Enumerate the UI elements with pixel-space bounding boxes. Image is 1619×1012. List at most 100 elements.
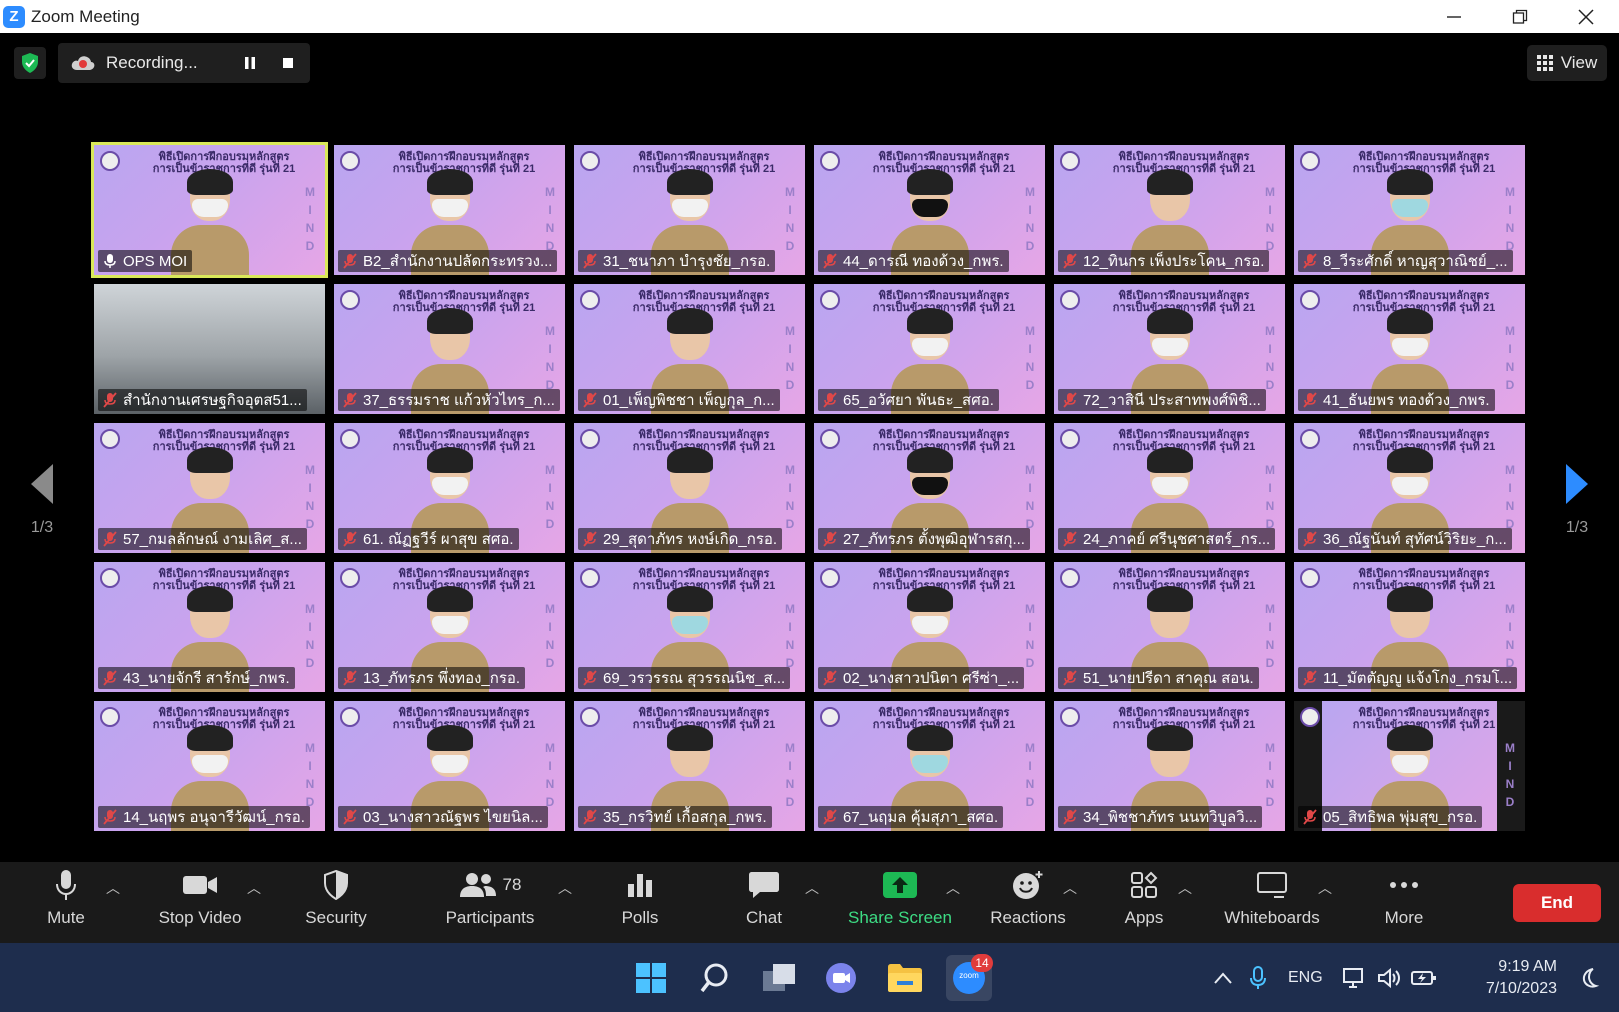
video-tile[interactable]: สำนักงานเศรษฐกิจอุตส51...: [94, 284, 325, 414]
participant-name: 13_ภัทรภร พึ่งทอง_กรอ.: [363, 670, 521, 687]
chat-button[interactable]: Chat: [734, 862, 794, 943]
restore-button[interactable]: [1487, 0, 1553, 33]
chevron-up-icon[interactable]: [1214, 971, 1232, 984]
view-button[interactable]: View: [1527, 45, 1607, 81]
video-tile[interactable]: พิธีเปิดการฝึกอบรมหลักสูตร การเป็นข้าราชก…: [574, 423, 805, 553]
video-tile[interactable]: พิธีเปิดการฝึกอบรมหลักสูตร การเป็นข้าราชก…: [1294, 562, 1525, 692]
video-tile[interactable]: พิธีเปิดการฝึกอบรมหลักสูตร การเป็นข้าราชก…: [574, 562, 805, 692]
participant-name-bar: 51_นายปรีดา สาคุณ สอน.: [1058, 667, 1259, 689]
video-tile[interactable]: พิธีเปิดการฝึกอบรมหลักสูตร การเป็นข้าราชก…: [1294, 284, 1525, 414]
video-tile[interactable]: พิธีเปิดการฝึกอบรมหลักสูตร การเป็นข้าราชก…: [334, 423, 565, 553]
participant-name-bar: 02_นางสาวปนิตา ศรีซ่า_...: [818, 667, 1025, 689]
video-tile[interactable]: พิธีเปิดการฝึกอบรมหลักสูตร การเป็นข้าราชก…: [1054, 145, 1285, 275]
teams-chat-button[interactable]: [818, 955, 864, 1001]
video-tile[interactable]: พิธีเปิดการฝึกอบรมหลักสูตร การเป็นข้าราชก…: [94, 562, 325, 692]
task-view-icon: [763, 964, 795, 991]
video-tile[interactable]: พิธีเปิดการฝึกอบรมหลักสูตร การเป็นข้าราชก…: [1294, 145, 1525, 275]
banner-line-1: พิธีเปิดการฝึกอบรมหลักสูตร: [1358, 568, 1490, 580]
banner-side-text: M I N D: [785, 602, 795, 670]
video-tile[interactable]: พิธีเปิดการฝึกอบรมหลักสูตร การเป็นข้าราชก…: [91, 142, 328, 278]
stop-video-button[interactable]: Stop Video: [150, 862, 250, 943]
video-tile[interactable]: พิธีเปิดการฝึกอบรมหลักสูตร การเป็นข้าราชก…: [334, 562, 565, 692]
video-tile[interactable]: พิธีเปิดการฝึกอบรมหลักสูตร การเป็นข้าราชก…: [1054, 284, 1285, 414]
pause-recording-button[interactable]: [236, 49, 264, 77]
participant-name-bar: สำนักงานเศรษฐกิจอุตส51...: [98, 389, 307, 411]
next-page-button[interactable]: 1/3: [1547, 463, 1607, 537]
whiteboards-button[interactable]: Whiteboards: [1218, 862, 1326, 943]
participant-name-bar: 72_วาสินี ประสาทพงศ์พิชิ...: [1058, 389, 1266, 411]
polls-button[interactable]: Polls: [608, 862, 672, 943]
video-tile[interactable]: พิธีเปิดการฝึกอบรมหลักสูตร การเป็นข้าราชก…: [1294, 423, 1525, 553]
mute-button[interactable]: Mute: [30, 862, 102, 943]
notifications-moon-icon[interactable]: [1579, 967, 1601, 989]
arrow-right-icon: [1566, 464, 1588, 504]
video-tile[interactable]: พิธีเปิดการฝึกอบรมหลักสูตร การเป็นข้าราชก…: [1054, 562, 1285, 692]
video-tile[interactable]: พิธีเปิดการฝึกอบรมหลักสูตร การเป็นข้าราชก…: [334, 284, 565, 414]
security-button[interactable]: Security: [296, 862, 376, 943]
video-tile[interactable]: พิธีเปิดการฝึกอบรมหลักสูตร การเป็นข้าราชก…: [334, 701, 565, 831]
minimize-button[interactable]: [1421, 0, 1487, 33]
participants-button[interactable]: 78 Participants: [436, 862, 544, 943]
system-clock[interactable]: 9:19 AM 7/10/2023: [1486, 956, 1557, 1000]
audio-options-caret[interactable]: ︿: [106, 878, 120, 898]
participants-options-caret[interactable]: ︿: [558, 878, 572, 898]
previous-page-button[interactable]: 1/3: [12, 463, 72, 537]
stop-video-label: Stop Video: [158, 908, 242, 927]
banner-side-text: M I N D: [785, 185, 795, 253]
video-tile[interactable]: พิธีเปิดการฝึกอบรมหลักสูตร การเป็นข้าราชก…: [574, 145, 805, 275]
video-tile[interactable]: พิธีเปิดการฝึกอบรมหลักสูตร การเป็นข้าราชก…: [1054, 701, 1285, 831]
video-tile[interactable]: พิธีเปิดการฝึกอบรมหลักสูตร การเป็นข้าราชก…: [1054, 423, 1285, 553]
video-tile[interactable]: พิธีเปิดการฝึกอบรมหลักสูตร การเป็นข้าราชก…: [94, 423, 325, 553]
taskbar-search-button[interactable]: [692, 955, 738, 1001]
video-tile[interactable]: พิธีเปิดการฝึกอบรมหลักสูตร การเป็นข้าราชก…: [1294, 701, 1525, 831]
file-explorer-button[interactable]: [882, 955, 928, 1001]
end-meeting-button[interactable]: End: [1513, 884, 1601, 922]
banner-line-1: พิธีเปิดการฝึกอบรมหลักสูตร: [1118, 151, 1250, 163]
mind-logo-icon: [1060, 151, 1080, 171]
whiteboards-options-caret[interactable]: ︿: [1318, 878, 1332, 898]
participant-name-bar: 01_เพ็ญพิชชา เพ็ญกุล_ก...: [578, 389, 780, 411]
video-tile[interactable]: พิธีเปิดการฝึกอบรมหลักสูตร การเป็นข้าราชก…: [814, 145, 1045, 275]
volume-icon[interactable]: [1377, 967, 1401, 989]
start-button[interactable]: [628, 955, 674, 1001]
video-tile[interactable]: พิธีเปิดการฝึกอบรมหลักสูตร การเป็นข้าราชก…: [574, 284, 805, 414]
banner-side-text: M I N D: [785, 741, 795, 809]
zoom-taskbar-button[interactable]: zoom 14: [946, 954, 993, 1001]
language-indicator[interactable]: ENG: [1288, 969, 1323, 987]
share-screen-button[interactable]: Share Screen: [844, 862, 956, 943]
battery-charging-icon[interactable]: [1410, 969, 1437, 987]
banner-line-1: พิธีเปิดการฝึกอบรมหลักสูตร: [398, 707, 530, 719]
video-tile[interactable]: พิธีเปิดการฝึกอบรมหลักสูตร การเป็นข้าราชก…: [574, 701, 805, 831]
mind-logo-icon: [340, 568, 360, 588]
reactions-button[interactable]: Reactions: [986, 862, 1070, 943]
banner-side-text: M I N D: [305, 741, 315, 809]
video-tile[interactable]: พิธีเปิดการฝึกอบรมหลักสูตร การเป็นข้าราชก…: [94, 701, 325, 831]
chat-options-caret[interactable]: ︿: [805, 878, 819, 898]
mind-logo-icon: [1300, 429, 1320, 449]
close-button[interactable]: [1553, 0, 1619, 33]
reactions-label: Reactions: [990, 908, 1066, 927]
network-icon[interactable]: [1342, 967, 1367, 989]
video-options-caret[interactable]: ︿: [247, 878, 261, 898]
banner-line-1: พิธีเปิดการฝึกอบรมหลักสูตร: [1358, 151, 1490, 163]
video-tile[interactable]: พิธีเปิดการฝึกอบรมหลักสูตร การเป็นข้าราชก…: [814, 562, 1045, 692]
share-options-caret[interactable]: ︿: [946, 878, 960, 898]
more-button[interactable]: More: [1372, 862, 1436, 943]
microphone-tray-icon[interactable]: [1250, 965, 1266, 990]
video-tile[interactable]: พิธีเปิดการฝึกอบรมหลักสูตร การเป็นข้าราชก…: [814, 423, 1045, 553]
stop-recording-button[interactable]: [274, 49, 302, 77]
encryption-shield-button[interactable]: [14, 47, 46, 79]
task-view-button[interactable]: [756, 955, 802, 1001]
video-tile[interactable]: พิธีเปิดการฝึกอบรมหลักสูตร การเป็นข้าราชก…: [814, 284, 1045, 414]
mind-logo-icon: [820, 568, 840, 588]
apps-button[interactable]: Apps: [1114, 862, 1174, 943]
reactions-options-caret[interactable]: ︿: [1063, 878, 1077, 898]
apps-options-caret[interactable]: ︿: [1178, 878, 1192, 898]
participant-name: 65_อวัศยา พันธะ_สศอ.: [843, 392, 994, 409]
video-tile[interactable]: พิธีเปิดการฝึกอบรมหลักสูตร การเป็นข้าราชก…: [334, 145, 565, 275]
participant-name-bar: 57_กมลลักษณ์ งามเลิศ_ส...: [98, 528, 307, 550]
pause-icon: [244, 57, 255, 69]
banner-side-text: M I N D: [1265, 463, 1275, 531]
participant-name: 37_ธรรมราช แก้วหัวไทร_ก...: [363, 392, 555, 409]
video-tile[interactable]: พิธีเปิดการฝึกอบรมหลักสูตร การเป็นข้าราชก…: [814, 701, 1045, 831]
